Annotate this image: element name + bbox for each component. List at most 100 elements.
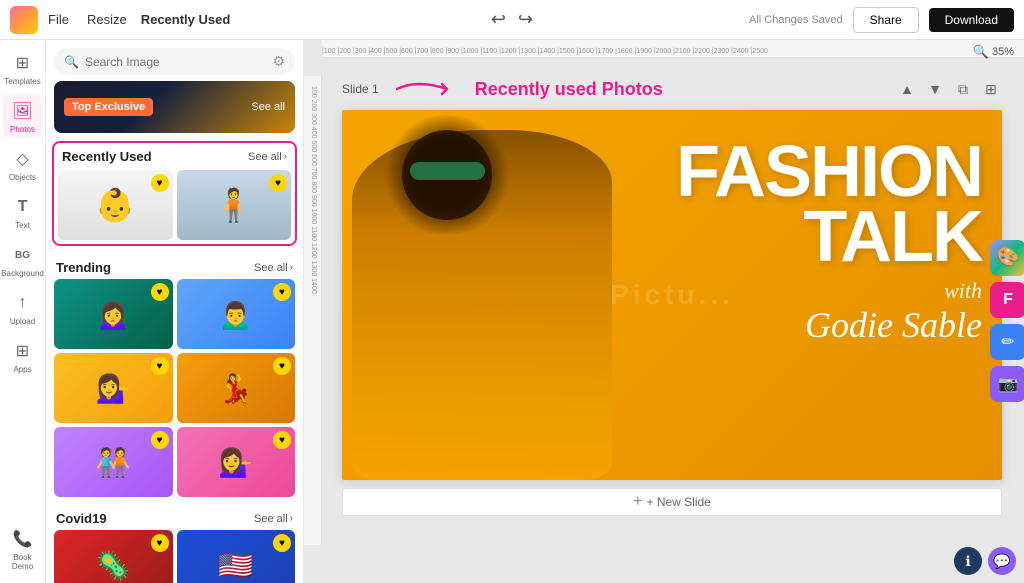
download-button[interactable]: Download <box>929 8 1014 32</box>
arrow-annotation: Recently used Photos <box>387 74 663 104</box>
sidebar-item-photos[interactable]: 🖼 Photos <box>3 94 43 138</box>
chevron-right-icon: › <box>284 151 287 162</box>
sidebar-item-objects[interactable]: ◇ Objects <box>3 142 43 186</box>
sidebar-item-book-demo[interactable]: 📞 Book Demo <box>3 522 43 575</box>
photos-label: Photos <box>10 125 35 134</box>
new-slide-plus-icon: + <box>633 493 642 511</box>
trending-chevron-icon: › <box>290 262 293 273</box>
slide-copy-button[interactable]: ⧉ <box>952 78 974 100</box>
fashion-background: FASHION TALK with Godie Sable Pictu... <box>342 110 1002 480</box>
info-button[interactable]: ℹ <box>954 547 982 575</box>
paint-tool-button[interactable]: ✏ <box>990 324 1024 360</box>
sidebar-item-templates[interactable]: ⊞ Templates <box>3 46 43 90</box>
recently-used-thumb-1[interactable]: ♥ <box>58 170 173 240</box>
annotation-arrow-icon <box>387 74 467 104</box>
slide-down-button[interactable]: ▼ <box>924 78 946 100</box>
font-icon: F <box>1003 291 1013 309</box>
paint-icon: ✏ <box>1001 332 1014 352</box>
canvas-frame[interactable]: FASHION TALK with Godie Sable Pictu... <box>342 110 1002 480</box>
recently-used-header: Recently Used See all › <box>58 147 291 170</box>
header-right: All Changes Saved Share Download <box>749 7 1014 33</box>
recently-used-thumb-2[interactable]: ♥ <box>177 170 292 240</box>
trending-thumb-6[interactable]: ♥ 💁‍♀️ <box>177 427 296 497</box>
upload-icon: ↑ <box>12 292 34 314</box>
apps-label: Apps <box>13 365 31 374</box>
trending-thumb-2[interactable]: ♥ 🙍‍♂️ <box>177 279 296 349</box>
menu-resize-item[interactable]: Resize <box>87 12 127 27</box>
text-label: Text <box>15 221 30 230</box>
chat-button[interactable]: 💬 <box>988 547 1016 575</box>
book-demo-icon: 📞 <box>12 528 34 550</box>
trending-thumb-5[interactable]: ♥ 🧑‍🤝‍🧑 <box>54 427 173 497</box>
sidebar-item-apps[interactable]: ⊞ Apps <box>3 334 43 378</box>
templates-label: Templates <box>4 77 40 86</box>
apps-icon: ⊞ <box>12 340 34 362</box>
redo-button[interactable]: ↪ <box>518 9 533 30</box>
menu-file-item[interactable]: File <box>48 12 69 27</box>
font-tool-button[interactable]: F <box>990 282 1024 318</box>
filter-icon[interactable]: ⚙ <box>272 53 285 70</box>
fashion-text-block: FASHION TALK with Godie Sable <box>676 140 982 346</box>
trending-thumb-3[interactable]: ♥ 💁‍♀️ <box>54 353 173 423</box>
trending-heart-2: ♥ <box>273 283 291 301</box>
fashion-title-line1: FASHION <box>676 140 982 205</box>
trending-heart-4: ♥ <box>273 357 291 375</box>
person-sunglasses <box>410 162 485 180</box>
new-slide-text: + New Slide <box>646 495 710 509</box>
fashion-name: Godie Sable <box>676 304 982 346</box>
top-exclusive-content: Top Exclusive See all <box>54 81 295 133</box>
trending-see-all[interactable]: See all › <box>254 262 293 274</box>
covid19-grid: ♥ 🦠 ♥ 🇺🇸 ♥ 💉 <box>46 530 303 583</box>
recently-used-see-all[interactable]: See all › <box>248 151 287 163</box>
media-tool-button[interactable]: 📷 <box>990 366 1024 402</box>
app-logo[interactable] <box>10 6 38 34</box>
templates-icon: ⊞ <box>12 52 34 74</box>
bottom-right-icons: ℹ 💬 <box>954 547 1016 575</box>
covid-thumb-2[interactable]: ♥ 🇺🇸 <box>177 530 296 583</box>
covid-thumb-1[interactable]: ♥ 🦠 <box>54 530 173 583</box>
background-icon: BG <box>12 244 34 266</box>
photos-panel: 🔍 ⚙ Top Exclusive See all Recently Used … <box>46 40 304 583</box>
canvas-workspace: Slide 1 Recently used Photos ▲ ▼ ⧉ ⊞ <box>304 58 1024 583</box>
slide-label: Slide 1 <box>342 82 379 96</box>
search-input[interactable] <box>85 55 262 69</box>
undo-button[interactable]: ↩ <box>491 9 506 30</box>
media-icon: 📷 <box>998 374 1018 394</box>
top-exclusive-banner[interactable]: Top Exclusive See all <box>54 81 295 133</box>
upload-label: Upload <box>10 317 35 326</box>
covid19-see-all[interactable]: See all › <box>254 513 293 525</box>
icon-sidebar: ⊞ Templates 🖼 Photos ◇ Objects T Text BG… <box>0 40 46 583</box>
trending-thumb-4[interactable]: ♥ 💃 <box>177 353 296 423</box>
trending-grid: ♥ 🙍‍♀️ ♥ 🙍‍♂️ ♥ 💁‍♀️ ♥ 💃 ♥ 🧑‍🤝‍🧑 ♥ <box>46 279 303 505</box>
menu-file[interactable]: File Resize <box>48 12 127 27</box>
new-slide-bar[interactable]: + + New Slide <box>342 488 1002 516</box>
main-layout: ⊞ Templates 🖼 Photos ◇ Objects T Text BG… <box>0 40 1024 583</box>
gradient-tool-button[interactable]: 🎨 <box>990 240 1024 276</box>
sidebar-item-text[interactable]: T Text <box>3 190 43 234</box>
top-exclusive-label: Top Exclusive <box>64 98 153 116</box>
book-demo-label: Book Demo <box>5 553 41 571</box>
covid-heart-2: ♥ <box>273 534 291 552</box>
search-bar: 🔍 ⚙ <box>54 48 295 75</box>
sidebar-item-background[interactable]: BG Background <box>3 238 43 282</box>
slide-label-row: Slide 1 Recently used Photos ▲ ▼ ⧉ ⊞ <box>342 74 1002 104</box>
share-button[interactable]: Share <box>853 7 919 33</box>
fashion-person-area <box>342 110 705 480</box>
trending-title: Trending <box>56 260 111 275</box>
sidebar-item-upload[interactable]: ↑ Upload <box>3 286 43 330</box>
trending-heart-6: ♥ <box>273 431 291 449</box>
right-toolbar: 🎨 F ✏ 📷 <box>990 240 1024 402</box>
ruler-tick: |100 |200 |300 |400 |500 |600 |700 |800 … <box>322 48 768 55</box>
recently-used-grid: ♥ ♥ <box>58 170 291 240</box>
header-center-controls: ↩ ↪ <box>491 9 533 30</box>
heart-badge-2: ♥ <box>269 174 287 192</box>
trending-thumb-1[interactable]: ♥ 🙍‍♀️ <box>54 279 173 349</box>
slide-up-button[interactable]: ▲ <box>896 78 918 100</box>
top-exclusive-see-all[interactable]: See all <box>251 101 285 113</box>
heart-badge-1: ♥ <box>151 174 169 192</box>
objects-icon: ◇ <box>12 148 34 170</box>
annotation-text: Recently used Photos <box>475 79 663 100</box>
zoom-value: 35% <box>992 46 1014 58</box>
slide-add-button[interactable]: ⊞ <box>980 78 1002 100</box>
photos-icon: 🖼 <box>12 100 34 122</box>
